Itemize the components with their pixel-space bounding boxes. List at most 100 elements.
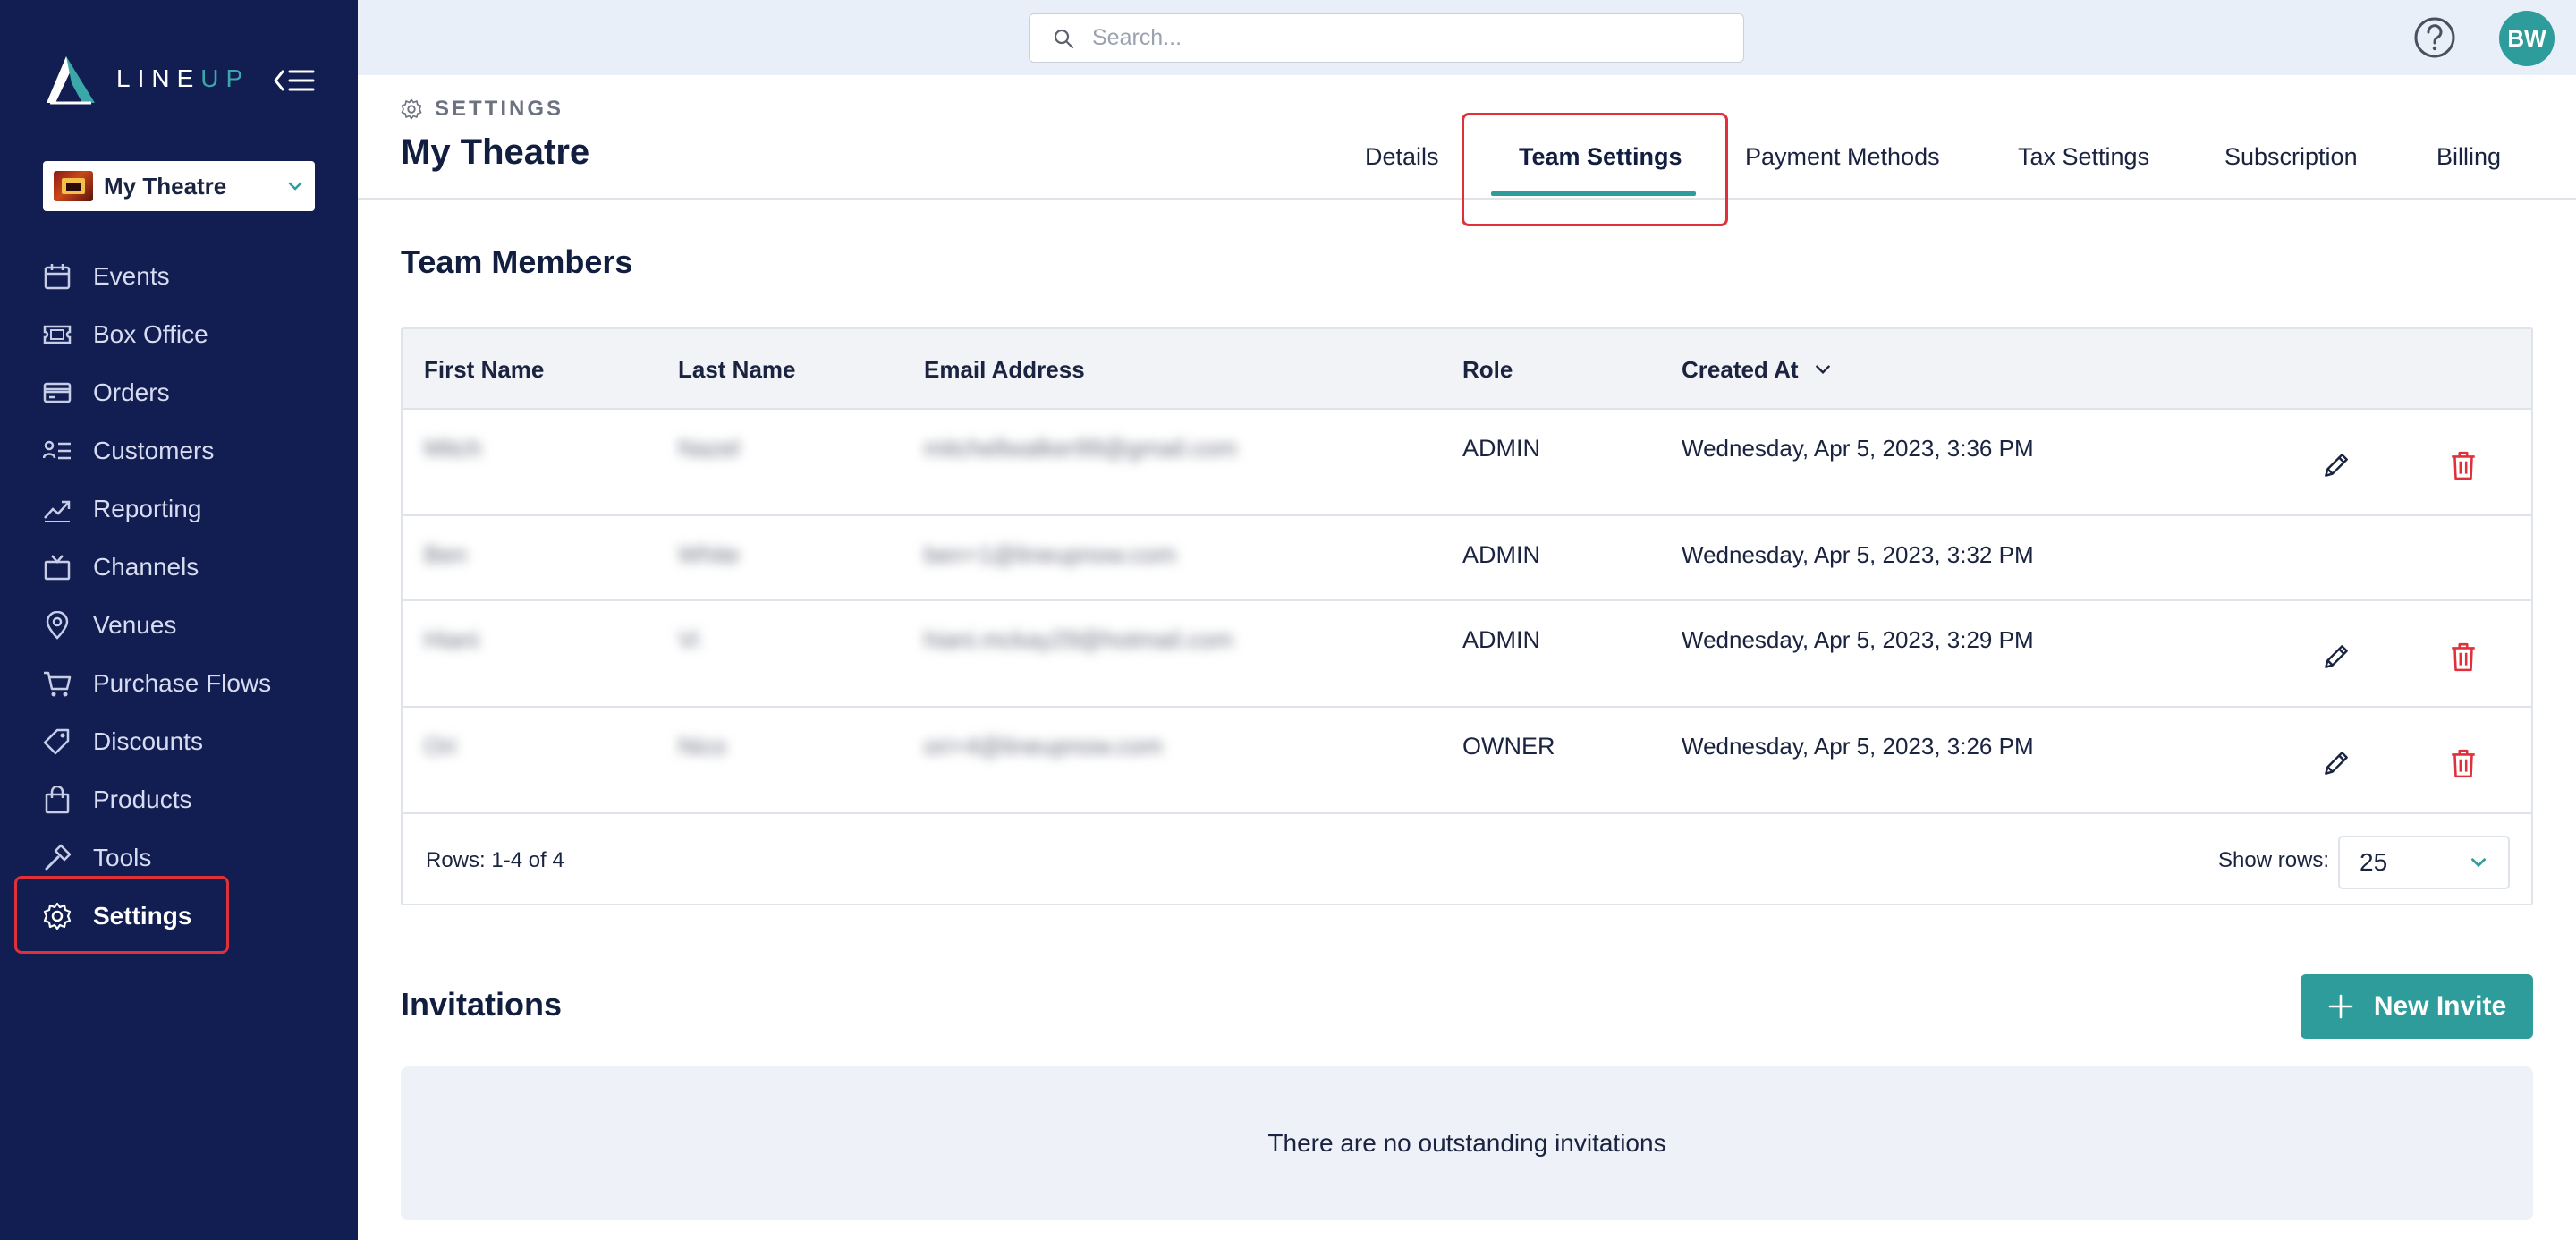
- delete-member-button[interactable]: [2442, 444, 2485, 487]
- trash-icon: [2452, 642, 2475, 672]
- sidebar-item-customers[interactable]: Customers: [0, 421, 358, 480]
- tab-billing[interactable]: Billing: [2436, 115, 2501, 199]
- chevron-down-icon: [2471, 858, 2486, 868]
- table-row: Ben White ben+1@lineupnow.com ADMIN Wedn…: [402, 516, 2531, 601]
- tab-details[interactable]: Details: [1365, 115, 1439, 199]
- credit-card-icon: [43, 378, 72, 407]
- trend-chart-icon: [43, 495, 72, 523]
- sidebar-item-label: Channels: [93, 552, 199, 581]
- sidebar: LINEUP My Theatre Events Box Office Orde…: [0, 0, 358, 1240]
- tab-subscription[interactable]: Subscription: [2224, 115, 2358, 199]
- show-rows-label: Show rows:: [2218, 848, 2330, 872]
- sidebar-item-reporting[interactable]: Reporting: [0, 480, 358, 538]
- first-name-cell: Hiani: [424, 626, 479, 653]
- edit-member-button[interactable]: [2315, 635, 2358, 678]
- tab-tax-settings[interactable]: Tax Settings: [2018, 115, 2149, 199]
- tab-payment-methods[interactable]: Payment Methods: [1745, 115, 1940, 199]
- sidebar-item-orders[interactable]: Orders: [0, 363, 358, 421]
- tab-team-settings[interactable]: Team Settings: [1519, 115, 1682, 199]
- table-row: Ori Nico ori+4@lineupnow.com OWNER Wedne…: [402, 708, 2531, 814]
- column-created-at[interactable]: Created At: [1682, 329, 1833, 410]
- collapse-sidebar-button[interactable]: [272, 64, 317, 97]
- email-cell: ben+1@lineupnow.com: [924, 541, 1176, 568]
- created-at-cell: Wednesday, Apr 5, 2023, 3:32 PM: [1682, 541, 2034, 568]
- sidebar-item-label: Reporting: [93, 494, 202, 522]
- sidebar-item-label: Box Office: [93, 319, 208, 348]
- column-role[interactable]: Role: [1462, 329, 1513, 410]
- help-button[interactable]: [2413, 16, 2456, 59]
- sidebar-item-purchase-flows[interactable]: Purchase Flows: [0, 654, 358, 712]
- rows-per-page-value: 25: [2360, 848, 2388, 876]
- plus-icon: [2328, 994, 2353, 1019]
- pencil-icon: [2325, 454, 2348, 477]
- sidebar-item-label: Discounts: [93, 726, 203, 755]
- column-created-at-label: Created At: [1682, 355, 1799, 383]
- trash-icon: [2452, 749, 2475, 778]
- help-icon: [2414, 17, 2455, 58]
- email-cell: ori+4@lineupnow.com: [924, 733, 1163, 760]
- sidebar-nav: Events Box Office Orders Customers Repor…: [0, 247, 358, 945]
- sidebar-item-label: Purchase Flows: [93, 668, 272, 697]
- hammer-icon: [43, 844, 72, 872]
- first-name-cell: Ori: [424, 733, 456, 760]
- role-cell: ADMIN: [1462, 541, 1540, 568]
- email-cell: hiani.mckay29@hotmail.com: [924, 626, 1233, 653]
- search-icon: [1054, 29, 1074, 48]
- delete-member-button[interactable]: [2442, 742, 2485, 785]
- rows-per-page-select[interactable]: 25: [2338, 836, 2510, 889]
- search-box[interactable]: [1029, 13, 1744, 63]
- ticket-icon: [43, 320, 72, 349]
- sidebar-item-discounts[interactable]: Discounts: [0, 712, 358, 770]
- tags-icon: [43, 727, 72, 756]
- edit-member-button[interactable]: [2315, 742, 2358, 785]
- table-header: First Name Last Name Email Address Role …: [402, 329, 2531, 410]
- collapse-menu-icon: [274, 70, 315, 91]
- role-cell: ADMIN: [1462, 435, 1540, 462]
- created-at-cell: Wednesday, Apr 5, 2023, 3:29 PM: [1682, 626, 2034, 653]
- lineup-logo-mark-icon: [47, 56, 95, 105]
- sidebar-item-events[interactable]: Events: [0, 247, 358, 305]
- first-name-cell: Mitch: [424, 435, 482, 462]
- map-pin-icon: [43, 610, 72, 640]
- edit-member-button[interactable]: [2315, 444, 2358, 487]
- tv-icon: [43, 553, 72, 582]
- organization-name: My Theatre: [104, 172, 227, 200]
- sidebar-item-label: Settings: [93, 901, 192, 930]
- shopping-bag-icon: [43, 785, 72, 814]
- delete-member-button[interactable]: [2442, 635, 2485, 678]
- top-bar: BW: [358, 0, 2576, 75]
- sidebar-item-settings[interactable]: Settings: [0, 887, 358, 945]
- email-cell: mitchellwalker99@gmail.com: [924, 435, 1238, 462]
- table-footer: Rows: 1-4 of 4 Show rows: 25: [402, 816, 2531, 905]
- last-name-cell: Nico: [678, 733, 727, 760]
- column-last-name[interactable]: Last Name: [678, 329, 796, 410]
- sidebar-item-label: Venues: [93, 610, 177, 639]
- customers-list-icon: [43, 437, 72, 465]
- role-cell: ADMIN: [1462, 626, 1540, 653]
- role-cell: OWNER: [1462, 733, 1555, 760]
- chevron-down-icon: [288, 182, 302, 191]
- sort-chevron-down-icon: [1815, 365, 1830, 375]
- sidebar-item-channels[interactable]: Channels: [0, 538, 358, 596]
- sidebar-item-products[interactable]: Products: [0, 770, 358, 828]
- new-invite-button[interactable]: New Invite: [2301, 974, 2533, 1039]
- rows-count: Rows: 1-4 of 4: [426, 848, 564, 872]
- column-first-name[interactable]: First Name: [424, 329, 544, 410]
- sidebar-item-venues[interactable]: Venues: [0, 596, 358, 654]
- last-name-cell: Nazel: [678, 435, 741, 462]
- gear-icon: [43, 902, 72, 930]
- lineup-logo[interactable]: LINEUP: [43, 52, 250, 106]
- sidebar-item-box-office[interactable]: Box Office: [0, 305, 358, 363]
- organization-selector[interactable]: My Theatre: [43, 161, 315, 211]
- sidebar-item-tools[interactable]: Tools: [0, 828, 358, 887]
- search-input[interactable]: [1092, 25, 1718, 51]
- logo-wordmark: LINEUP: [116, 64, 250, 92]
- user-avatar[interactable]: BW: [2499, 11, 2555, 66]
- created-at-cell: Wednesday, Apr 5, 2023, 3:36 PM: [1682, 435, 2034, 462]
- sidebar-item-label: Products: [93, 785, 192, 813]
- column-email-address[interactable]: Email Address: [924, 329, 1085, 410]
- sidebar-item-label: Customers: [93, 436, 215, 464]
- trash-icon: [2452, 451, 2475, 480]
- invitations-title: Invitations: [401, 986, 563, 1023]
- organization-thumbnail: [54, 171, 93, 201]
